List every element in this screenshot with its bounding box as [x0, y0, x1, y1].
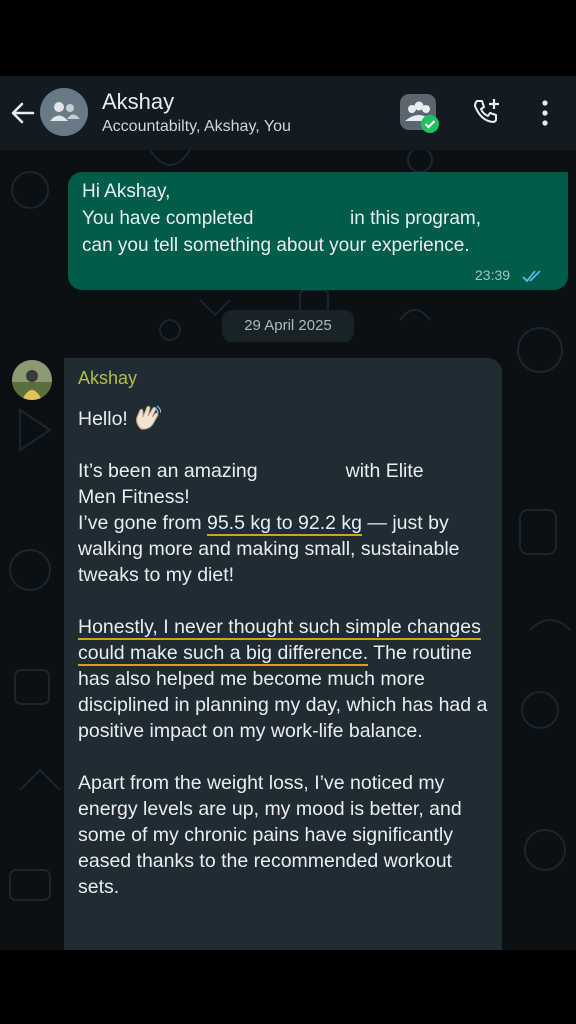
incoming-message-text: Hello! It’s been an amazing with Elite Men… [78, 405, 496, 900]
p1-part-a: It’s been an amazing [78, 460, 258, 482]
status-bar [0, 0, 576, 76]
outgoing-message-text: Hi Akshay, You have completed in this pr… [82, 178, 552, 259]
outgoing-line-2: You have completed in this program, [82, 205, 552, 232]
more-options-icon[interactable] [538, 98, 552, 128]
add-call-icon[interactable] [470, 96, 502, 128]
greeting-line: Hello! [78, 405, 496, 432]
paragraph-3: Apart from the weight loss, I’ve noticed… [78, 772, 462, 898]
back-arrow-icon[interactable] [8, 98, 38, 128]
weight-change-highlight: 95.5 kg to 92.2 kg [206, 512, 363, 536]
waving-hand-icon [136, 405, 162, 430]
p1-part-b: with Elite [345, 460, 424, 482]
chat-subtitle[interactable]: Accountabilty, Akshay, You [102, 118, 291, 136]
outgoing-line-2b: in this program, [350, 208, 481, 229]
paragraph-2: Honestly, I never thought such simple ch… [78, 614, 496, 744]
greeting-text: Hello! [78, 408, 128, 430]
chat-title[interactable]: Akshay [102, 89, 174, 115]
read-ticks-icon [522, 270, 541, 283]
community-icon[interactable] [400, 94, 440, 134]
sender-avatar[interactable] [12, 360, 52, 400]
outgoing-line-1: Hi Akshay, [82, 181, 171, 202]
sender-name[interactable]: Akshay [78, 368, 137, 389]
nav-bar [0, 950, 576, 1024]
outgoing-timestamp: 23:39 [475, 267, 511, 283]
redacted-text [259, 210, 345, 228]
group-avatar[interactable] [40, 88, 88, 136]
paragraph-1: It’s been an amazing with Elite Men Fitnes… [78, 458, 496, 588]
p1-part-c: Men Fitness! [78, 486, 190, 508]
p1-part-d: I’ve gone from [78, 512, 207, 534]
outgoing-line-2a: You have completed [82, 208, 254, 229]
outgoing-line-3: can you tell something about your experi… [82, 235, 470, 256]
date-separator: 29 April 2025 [222, 310, 354, 342]
